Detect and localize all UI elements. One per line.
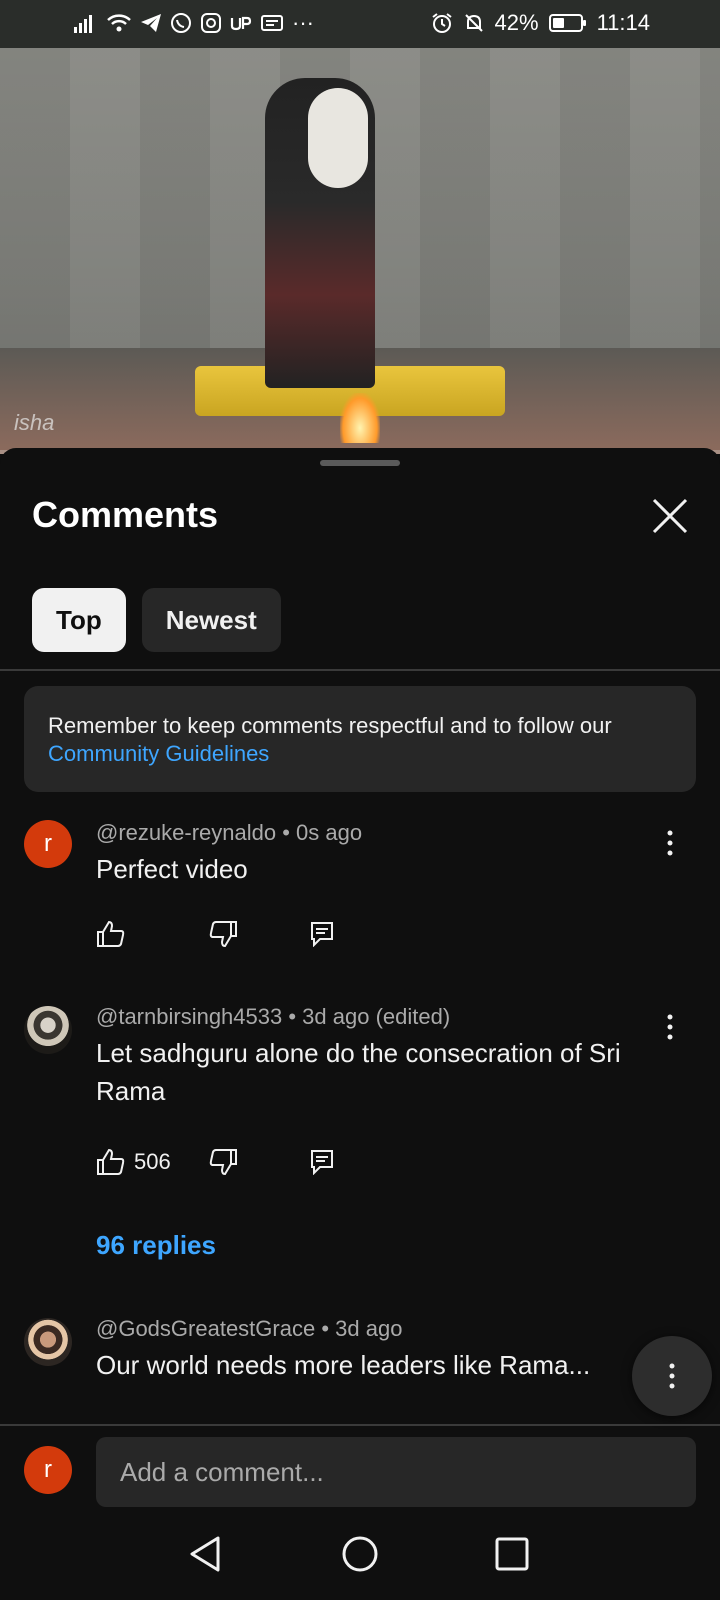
comment-meta: @GodsGreatestGrace • 3d ago (96, 1316, 403, 1341)
comment-time: 3d ago (edited) (302, 1004, 451, 1029)
thumbs-up-icon (97, 920, 125, 947)
comment-text: Our world needs more leaders like Rama..… (96, 1350, 591, 1380)
divider (0, 1424, 720, 1426)
like-button[interactable]: 506 (96, 1148, 171, 1176)
dislike-button[interactable] (208, 1148, 238, 1176)
back-icon[interactable] (184, 1532, 228, 1576)
instagram-icon (201, 13, 221, 33)
comment-author[interactable]: @rezuke-reynaldo (96, 820, 276, 845)
video-frame-beard (308, 88, 368, 188)
sort-chips: Top Newest (32, 588, 281, 652)
comment-author[interactable]: @GodsGreatestGrace (96, 1316, 315, 1341)
view-replies-link[interactable]: 96 replies (96, 1230, 216, 1261)
battery-icon (548, 14, 586, 32)
thumbs-down-icon (209, 921, 237, 948)
community-notice: Remember to keep comments respectful and… (24, 686, 696, 792)
thumbs-down-icon (209, 1149, 237, 1176)
notice-text: Remember to keep comments respectful and… (48, 713, 612, 738)
comment-time: 3d ago (335, 1316, 403, 1341)
drag-handle[interactable] (320, 460, 400, 466)
avatar[interactable]: r (24, 820, 72, 868)
mute-notifications-icon (464, 14, 483, 32)
recents-icon[interactable] (490, 1532, 534, 1576)
status-icons-left: ··· (74, 10, 314, 36)
divider (0, 669, 720, 671)
comment-actions (96, 920, 333, 948)
more-options-icon (669, 1363, 675, 1389)
status-bar: ··· 42% 11:14 (0, 0, 720, 48)
reply-icon (311, 1150, 333, 1175)
comment-text: Perfect video (96, 854, 248, 884)
add-comment-input[interactable] (96, 1437, 696, 1507)
home-icon[interactable] (338, 1532, 382, 1576)
user-avatar[interactable]: r (24, 1446, 72, 1494)
thumbs-up-icon (97, 1148, 125, 1175)
like-count: 506 (134, 1149, 171, 1174)
more-notifications-indicator: ··· (292, 10, 314, 35)
like-button[interactable] (96, 920, 134, 948)
video-player[interactable]: isha (0, 48, 720, 454)
chip-top[interactable]: Top (32, 588, 126, 652)
reply-button[interactable] (310, 921, 334, 947)
chip-newest[interactable]: Newest (141, 588, 281, 652)
battery-percent: 42% (494, 10, 539, 35)
video-frame-fire (340, 393, 380, 443)
status-icons-right: 42% 11:14 (431, 10, 650, 36)
alarm-icon (431, 13, 452, 33)
dislike-button[interactable] (208, 920, 238, 948)
community-guidelines-link[interactable]: Community Guidelines (48, 741, 269, 766)
comment-time: 0s ago (296, 820, 363, 845)
notification-app-icon (261, 15, 283, 31)
upi-app-icon (230, 16, 252, 31)
comment-meta: @rezuke-reynaldo • 0s ago (96, 820, 363, 845)
comment-meta: @tarnbirsingh4533 • 3d ago (edited) (96, 1004, 451, 1029)
system-nav-bar (0, 1510, 720, 1600)
comment-text: Let sadhguru alone do the consecration o… (96, 1038, 621, 1106)
floating-more-button[interactable] (632, 1336, 712, 1416)
clock: 11:14 (596, 10, 650, 35)
avatar[interactable] (24, 1006, 72, 1054)
comment-author[interactable]: @tarnbirsingh4533 (96, 1004, 282, 1029)
reply-button[interactable] (310, 1149, 334, 1175)
reply-icon (311, 922, 333, 947)
whatsapp-icon (171, 13, 191, 33)
comments-sheet: Comments Top Newest Remember to keep com… (0, 448, 720, 1488)
comment-actions: 506 (96, 1148, 333, 1176)
more-options-icon[interactable] (660, 828, 680, 858)
telegram-icon (141, 14, 161, 32)
channel-watermark: isha (14, 410, 55, 435)
more-options-icon[interactable] (660, 1012, 680, 1042)
close-icon[interactable] (650, 496, 690, 536)
signal-icon (74, 15, 92, 33)
avatar[interactable] (24, 1318, 72, 1366)
comments-title: Comments (32, 494, 219, 535)
wifi-icon (107, 14, 131, 32)
